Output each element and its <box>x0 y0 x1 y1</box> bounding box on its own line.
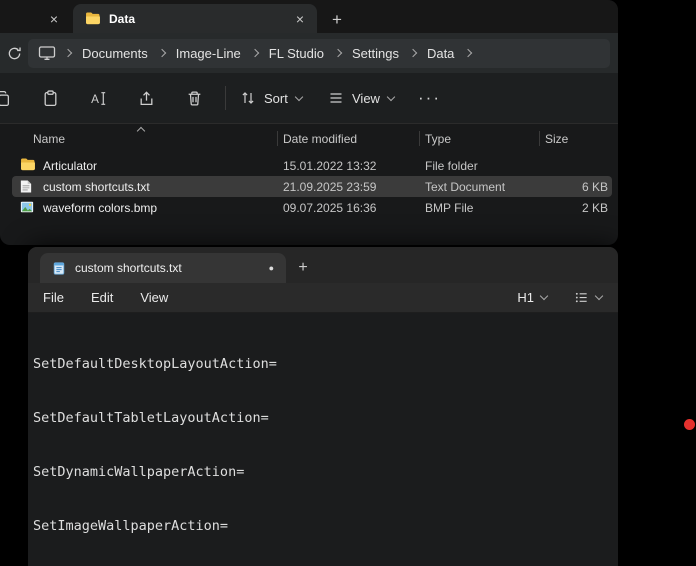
breadcrumb-image-line[interactable]: Image-Line <box>174 46 243 61</box>
notepad-tabbar: custom shortcuts.txt ● + <box>28 247 618 283</box>
file-row-articulator[interactable]: Articulator 15.01.2022 13:32 File folder <box>12 155 612 176</box>
file-type: BMP File <box>425 201 474 215</box>
column-header-date[interactable]: Date modified <box>283 132 357 146</box>
column-header-name[interactable]: Name <box>33 132 65 146</box>
chevron-right-icon <box>250 48 260 58</box>
file-row-custom-shortcuts[interactable]: custom shortcuts.txt 21.09.2025 23:59 Te… <box>12 176 612 197</box>
sort-button[interactable]: Sort <box>230 80 312 116</box>
chevron-down-icon <box>539 291 549 301</box>
file-list: Articulator 15.01.2022 13:32 File folder… <box>0 155 618 218</box>
column-header-type[interactable]: Type <box>425 132 451 146</box>
list-format-dropdown[interactable] <box>574 290 604 305</box>
file-explorer-window: × Data × + Documents Image-Line FL Studi… <box>0 0 618 245</box>
menu-edit[interactable]: Edit <box>91 290 113 305</box>
column-divider[interactable] <box>419 131 420 146</box>
refresh-icon <box>7 46 22 61</box>
chevron-right-icon <box>157 48 166 58</box>
chevron-right-icon <box>408 48 418 58</box>
notepad-document-icon <box>52 261 66 276</box>
explorer-toolbar: A Sort View ··· <box>0 73 618 124</box>
notepad-menubar: File Edit View H1 <box>28 283 618 313</box>
notepad-editor[interactable]: SetDefaultDesktopLayoutAction= SetDefaul… <box>28 313 618 566</box>
column-headers: Name Date modified Type Size <box>0 124 618 151</box>
menu-file[interactable]: File <box>43 290 64 305</box>
menu-view[interactable]: View <box>140 290 168 305</box>
tab-label: Data <box>109 11 136 26</box>
notepad-new-tab-button[interactable]: + <box>286 253 320 283</box>
delete-button[interactable] <box>175 80 213 116</box>
tab-close-icon[interactable]: × <box>291 10 309 28</box>
file-date: 09.07.2025 16:36 <box>283 201 377 215</box>
editor-line: SetImageWallpaperAction= <box>33 518 229 534</box>
new-tab-button[interactable]: + <box>332 11 342 28</box>
file-date: 15.01.2022 13:32 <box>283 159 377 173</box>
file-size: 2 KB <box>581 201 608 215</box>
notepad-window: custom shortcuts.txt ● + File Edit View … <box>28 247 618 566</box>
explorer-background-tab[interactable]: × <box>0 4 73 33</box>
file-name: custom shortcuts.txt <box>43 180 150 194</box>
list-format-icon <box>574 290 589 305</box>
explorer-tab-data[interactable]: Data × <box>73 4 317 33</box>
explorer-titlebar: × Data × + <box>0 0 618 33</box>
sort-icon <box>240 90 256 106</box>
rename-button[interactable]: A <box>79 80 117 116</box>
editor-line: SetDefaultTabletLayoutAction= <box>33 410 269 426</box>
editor-line: SetDynamicWallpaperAction= <box>33 464 245 480</box>
unsaved-changes-dot: ● <box>268 262 274 273</box>
file-name: Articulator <box>43 159 98 173</box>
column-divider[interactable] <box>539 131 540 146</box>
chevron-right-icon <box>63 48 73 58</box>
view-label: View <box>352 90 380 106</box>
view-button[interactable]: View <box>318 80 404 116</box>
breadcrumb-fl-studio[interactable]: FL Studio <box>267 46 326 61</box>
breadcrumb-settings[interactable]: Settings <box>350 46 401 61</box>
refresh-button[interactable] <box>0 46 28 61</box>
heading-style-dropdown[interactable]: H1 <box>517 290 549 305</box>
file-row-waveform-colors[interactable]: waveform colors.bmp 09.07.2025 16:36 BMP… <box>12 197 612 218</box>
this-pc-icon <box>38 45 56 61</box>
tab-close-icon[interactable]: × <box>45 10 63 28</box>
sort-ascending-icon <box>136 126 146 136</box>
file-size: 6 KB <box>581 180 608 194</box>
folder-icon <box>85 12 101 25</box>
notepad-tab-label: custom shortcuts.txt <box>75 261 182 275</box>
folder-icon <box>20 158 36 171</box>
chevron-right-icon <box>333 48 343 58</box>
notepad-tab-custom-shortcuts[interactable]: custom shortcuts.txt ● <box>40 253 286 283</box>
address-breadcrumb[interactable]: Documents Image-Line FL Studio Settings … <box>28 38 610 68</box>
chevron-right-icon <box>464 48 473 58</box>
paste-button[interactable] <box>31 80 69 116</box>
address-bar-row: Documents Image-Line FL Studio Settings … <box>0 33 618 73</box>
file-date: 21.09.2025 23:59 <box>283 180 377 194</box>
image-file-icon <box>20 200 34 214</box>
column-divider[interactable] <box>277 131 278 146</box>
chevron-down-icon <box>386 92 396 101</box>
text-file-icon <box>20 179 32 194</box>
heading-style-label: H1 <box>517 290 534 305</box>
chevron-down-icon <box>594 291 604 301</box>
share-button[interactable] <box>127 80 165 116</box>
editor-line: SetDefaultDesktopLayoutAction= <box>33 356 277 372</box>
column-header-size[interactable]: Size <box>545 132 568 146</box>
breadcrumb-data[interactable]: Data <box>425 46 456 61</box>
sort-label: Sort <box>264 90 288 106</box>
breadcrumb-documents[interactable]: Documents <box>80 46 150 61</box>
view-icon <box>328 90 344 106</box>
recording-indicator <box>684 419 695 430</box>
file-type: File folder <box>425 159 478 173</box>
more-options-button[interactable]: ··· <box>408 80 451 116</box>
file-type: Text Document <box>425 180 506 194</box>
file-name: waveform colors.bmp <box>43 201 158 215</box>
copy-button[interactable] <box>0 80 21 116</box>
svg-text:A: A <box>91 92 99 105</box>
toolbar-divider <box>225 86 226 110</box>
chevron-down-icon <box>294 92 304 101</box>
